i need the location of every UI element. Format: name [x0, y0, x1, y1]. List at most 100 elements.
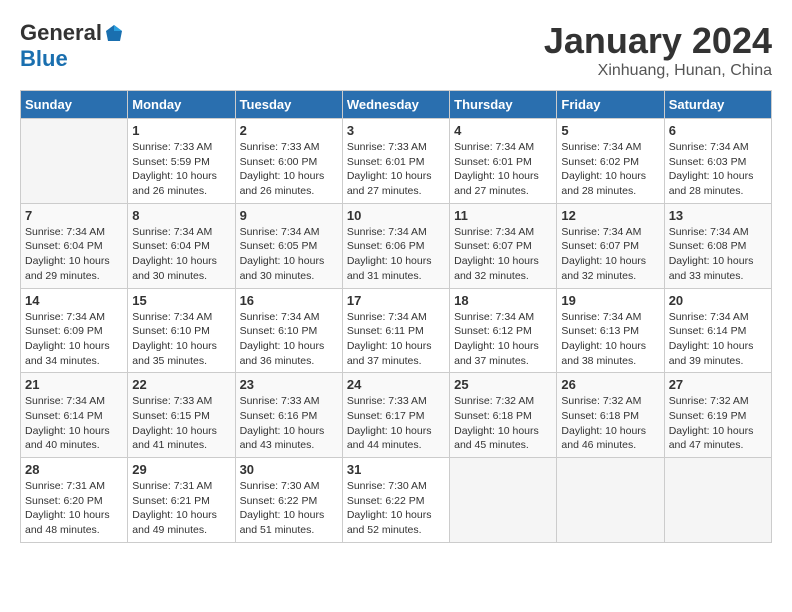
logo: General Blue [20, 20, 124, 72]
day-number: 13 [669, 208, 767, 223]
day-number: 24 [347, 377, 445, 392]
calendar-cell: 18 Sunrise: 7:34 AM Sunset: 6:12 PM Dayli… [450, 288, 557, 373]
day-number: 21 [25, 377, 123, 392]
day-info: Sunrise: 7:33 AM Sunset: 6:15 PM Dayligh… [132, 394, 230, 453]
calendar-cell: 15 Sunrise: 7:34 AM Sunset: 6:10 PM Dayli… [128, 288, 235, 373]
day-number: 9 [240, 208, 338, 223]
day-header: Wednesday [342, 91, 449, 119]
day-info: Sunrise: 7:34 AM Sunset: 6:09 PM Dayligh… [25, 310, 123, 369]
day-info: Sunrise: 7:34 AM Sunset: 6:12 PM Dayligh… [454, 310, 552, 369]
day-info: Sunrise: 7:33 AM Sunset: 6:01 PM Dayligh… [347, 140, 445, 199]
day-info: Sunrise: 7:34 AM Sunset: 6:04 PM Dayligh… [25, 225, 123, 284]
page-header: General Blue January 2024 Xinhuang, Huna… [20, 20, 772, 80]
calendar-cell: 5 Sunrise: 7:34 AM Sunset: 6:02 PM Daylig… [557, 119, 664, 204]
day-info: Sunrise: 7:30 AM Sunset: 6:22 PM Dayligh… [240, 479, 338, 538]
calendar-cell: 22 Sunrise: 7:33 AM Sunset: 6:15 PM Dayli… [128, 373, 235, 458]
day-info: Sunrise: 7:33 AM Sunset: 6:00 PM Dayligh… [240, 140, 338, 199]
day-info: Sunrise: 7:32 AM Sunset: 6:19 PM Dayligh… [669, 394, 767, 453]
calendar-week-row: 1 Sunrise: 7:33 AM Sunset: 5:59 PM Daylig… [21, 119, 772, 204]
day-number: 12 [561, 208, 659, 223]
day-number: 28 [25, 462, 123, 477]
day-info: Sunrise: 7:30 AM Sunset: 6:22 PM Dayligh… [347, 479, 445, 538]
calendar-cell: 14Sunrise: 7:34 AM Sunset: 6:09 PM Dayli… [21, 288, 128, 373]
calendar-week-row: 14Sunrise: 7:34 AM Sunset: 6:09 PM Dayli… [21, 288, 772, 373]
day-header: Monday [128, 91, 235, 119]
calendar-cell: 26 Sunrise: 7:32 AM Sunset: 6:18 PM Dayli… [557, 373, 664, 458]
calendar-cell: 12 Sunrise: 7:34 AM Sunset: 6:07 PM Dayli… [557, 203, 664, 288]
day-info: Sunrise: 7:34 AM Sunset: 6:07 PM Dayligh… [561, 225, 659, 284]
day-info: Sunrise: 7:34 AM Sunset: 6:07 PM Dayligh… [454, 225, 552, 284]
day-info: Sunrise: 7:33 AM Sunset: 6:16 PM Dayligh… [240, 394, 338, 453]
day-number: 23 [240, 377, 338, 392]
day-number: 18 [454, 293, 552, 308]
calendar-cell: 4Sunrise: 7:34 AM Sunset: 6:01 PM Daylig… [450, 119, 557, 204]
day-header: Thursday [450, 91, 557, 119]
day-info: Sunrise: 7:31 AM Sunset: 6:20 PM Dayligh… [25, 479, 123, 538]
day-number: 1 [132, 123, 230, 138]
calendar-cell: 11 Sunrise: 7:34 AM Sunset: 6:07 PM Dayli… [450, 203, 557, 288]
day-number: 6 [669, 123, 767, 138]
day-number: 20 [669, 293, 767, 308]
location-subtitle: Xinhuang, Hunan, China [544, 62, 772, 80]
calendar-cell: 31Sunrise: 7:30 AM Sunset: 6:22 PM Dayli… [342, 458, 449, 543]
month-title: January 2024 [544, 20, 772, 62]
calendar-cell: 2 Sunrise: 7:33 AM Sunset: 6:00 PM Daylig… [235, 119, 342, 204]
day-info: Sunrise: 7:33 AM Sunset: 5:59 PM Dayligh… [132, 140, 230, 199]
calendar-week-row: 21 Sunrise: 7:34 AM Sunset: 6:14 PM Dayli… [21, 373, 772, 458]
calendar-cell [664, 458, 771, 543]
day-number: 8 [132, 208, 230, 223]
day-number: 29 [132, 462, 230, 477]
calendar-cell [450, 458, 557, 543]
calendar-cell: 8 Sunrise: 7:34 AM Sunset: 6:04 PM Daylig… [128, 203, 235, 288]
day-info: Sunrise: 7:34 AM Sunset: 6:06 PM Dayligh… [347, 225, 445, 284]
calendar-cell: 9 Sunrise: 7:34 AM Sunset: 6:05 PM Daylig… [235, 203, 342, 288]
day-info: Sunrise: 7:34 AM Sunset: 6:03 PM Dayligh… [669, 140, 767, 199]
day-info: Sunrise: 7:34 AM Sunset: 6:14 PM Dayligh… [25, 394, 123, 453]
day-info: Sunrise: 7:34 AM Sunset: 6:04 PM Dayligh… [132, 225, 230, 284]
day-number: 30 [240, 462, 338, 477]
logo-general: General [20, 20, 102, 46]
title-section: January 2024 Xinhuang, Hunan, China [544, 20, 772, 80]
day-number: 2 [240, 123, 338, 138]
day-number: 17 [347, 293, 445, 308]
calendar-cell: 20 Sunrise: 7:34 AM Sunset: 6:14 PM Dayli… [664, 288, 771, 373]
day-number: 25 [454, 377, 552, 392]
logo-blue: Blue [20, 46, 68, 72]
calendar-cell: 6 Sunrise: 7:34 AM Sunset: 6:03 PM Daylig… [664, 119, 771, 204]
calendar-cell: 19Sunrise: 7:34 AM Sunset: 6:13 PM Dayli… [557, 288, 664, 373]
day-header: Friday [557, 91, 664, 119]
day-info: Sunrise: 7:34 AM Sunset: 6:02 PM Dayligh… [561, 140, 659, 199]
calendar-table: SundayMondayTuesdayWednesdayThursdayFrid… [20, 90, 772, 543]
day-number: 5 [561, 123, 659, 138]
calendar-cell: 10 Sunrise: 7:34 AM Sunset: 6:06 PM Dayli… [342, 203, 449, 288]
calendar-cell [557, 458, 664, 543]
calendar-cell: 13Sunrise: 7:34 AM Sunset: 6:08 PM Dayli… [664, 203, 771, 288]
day-info: Sunrise: 7:33 AM Sunset: 6:17 PM Dayligh… [347, 394, 445, 453]
day-info: Sunrise: 7:34 AM Sunset: 6:05 PM Dayligh… [240, 225, 338, 284]
calendar-week-row: 7 Sunrise: 7:34 AM Sunset: 6:04 PM Daylig… [21, 203, 772, 288]
day-number: 11 [454, 208, 552, 223]
day-number: 15 [132, 293, 230, 308]
day-number: 26 [561, 377, 659, 392]
day-info: Sunrise: 7:34 AM Sunset: 6:14 PM Dayligh… [669, 310, 767, 369]
calendar-cell: 25 Sunrise: 7:32 AM Sunset: 6:18 PM Dayli… [450, 373, 557, 458]
day-header: Sunday [21, 91, 128, 119]
day-number: 3 [347, 123, 445, 138]
day-number: 10 [347, 208, 445, 223]
day-number: 16 [240, 293, 338, 308]
calendar-cell: 3 Sunrise: 7:33 AM Sunset: 6:01 PM Daylig… [342, 119, 449, 204]
day-header: Saturday [664, 91, 771, 119]
day-info: Sunrise: 7:34 AM Sunset: 6:10 PM Dayligh… [132, 310, 230, 369]
day-number: 4 [454, 123, 552, 138]
calendar-cell: 30 Sunrise: 7:30 AM Sunset: 6:22 PM Dayli… [235, 458, 342, 543]
day-info: Sunrise: 7:32 AM Sunset: 6:18 PM Dayligh… [561, 394, 659, 453]
calendar-cell: 16 Sunrise: 7:34 AM Sunset: 6:10 PM Dayli… [235, 288, 342, 373]
calendar-week-row: 28 Sunrise: 7:31 AM Sunset: 6:20 PM Dayli… [21, 458, 772, 543]
calendar-cell: 29Sunrise: 7:31 AM Sunset: 6:21 PM Dayli… [128, 458, 235, 543]
day-number: 7 [25, 208, 123, 223]
day-info: Sunrise: 7:34 AM Sunset: 6:11 PM Dayligh… [347, 310, 445, 369]
day-info: Sunrise: 7:32 AM Sunset: 6:18 PM Dayligh… [454, 394, 552, 453]
day-info: Sunrise: 7:34 AM Sunset: 6:10 PM Dayligh… [240, 310, 338, 369]
calendar-cell: 1 Sunrise: 7:33 AM Sunset: 5:59 PM Daylig… [128, 119, 235, 204]
day-number: 22 [132, 377, 230, 392]
